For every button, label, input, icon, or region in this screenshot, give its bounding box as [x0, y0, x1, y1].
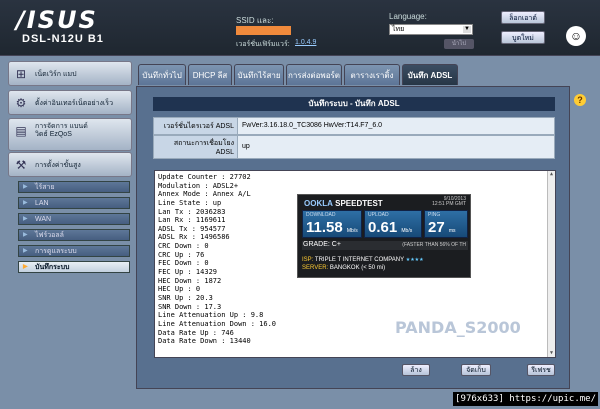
firmware-version-link[interactable]: 1.0.4.9 [295, 39, 316, 46]
model-name: DSL-N12U B1 [22, 33, 104, 45]
ping-label: PING [428, 212, 441, 218]
grade-bar: GRADE: C+ (FASTER THAN 56% OF TH [302, 241, 468, 250]
status-value: up [242, 143, 250, 150]
table-row: สถานะการเชื่อมโยง ADSL up [153, 135, 555, 159]
log-line: SNR Up : 20.3 [158, 293, 213, 302]
fw-label: เวอร์ชั่นไดรเวอร์ ADSL [154, 118, 238, 134]
sidebar-item-network-map[interactable]: ⊞ เน็ตเวิร์ก แมป [8, 61, 132, 86]
faster-than-text: (FASTER THAN 56% OF TH [402, 242, 466, 248]
server-label: SERVER: [302, 265, 329, 271]
sidebar-item-administration[interactable]: การดูแลระบบ [18, 245, 130, 257]
isp-value: TRIPLE T INTERNET COMPANY [314, 257, 405, 263]
save-button[interactable]: จัดเก็บ [461, 364, 491, 376]
ping-unit: ms [448, 228, 456, 234]
ping-value: 27 [428, 219, 445, 236]
firmware-label: เวอร์ชั่นเฟิร์มแวร์: [236, 41, 290, 48]
download-value: 11.58 [306, 219, 343, 236]
isp-label: ISP: [302, 257, 314, 263]
log-line: Data Rate Down : 13440 [158, 337, 251, 346]
refresh-button[interactable]: รีเฟรช [527, 364, 555, 376]
language-select[interactable]: ไทย ▼ [389, 24, 473, 35]
header-bar: /ISUS DSL-N12U B1 SSID และ: เวอร์ชั่นเฟิ… [0, 0, 600, 56]
sidebar-item-system-log[interactable]: บันทึกระบบ [18, 261, 130, 273]
sidebar-item-lan[interactable]: LAN [18, 197, 130, 209]
advanced-settings-icon: ⚒ [15, 158, 27, 172]
upload-box: UPLOAD 0.61 Mb/s [364, 210, 422, 238]
speedtest-result-image: OOKLA SPEEDTEST 9/10/2013 12:51 PM GMT D… [297, 194, 471, 278]
scroll-down-icon[interactable]: ▼ [548, 350, 555, 357]
sidebar-item-label: ตั้งค่าอินเทอร์เน็ตอย่างเร็ว [35, 100, 113, 107]
sidebar-item-wan[interactable]: WAN [18, 213, 130, 225]
sidebar: ⊞ เน็ตเวิร์ก แมป ⚙ ตั้งค่าอินเทอร์เน็ตอย… [8, 58, 132, 388]
isp-stars: ★★★★ [405, 257, 424, 263]
asus-logo: /ISUS [16, 6, 98, 34]
tab-dhcp-leases[interactable]: DHCP ลีส [188, 64, 232, 85]
upload-unit: Mb/s [401, 228, 413, 234]
sidebar-item-ezqos[interactable]: ▤ การจัดการ แบนด์วิดธ์ EzQoS [8, 118, 132, 151]
page-title: บันทึกระบบ - บันทึก ADSL [153, 97, 555, 111]
clear-button[interactable]: ล้าง [402, 364, 430, 376]
sidebar-item-label: เน็ตเวิร์ก แมป [35, 71, 77, 78]
ssid-value-redacted [236, 26, 291, 35]
download-box: DOWNLOAD 11.58 Mb/s [302, 210, 362, 238]
tab-wireless-log[interactable]: บันทึกไร้สาย [234, 64, 284, 85]
network-map-icon: ⊞ [15, 67, 27, 81]
sidebar-item-wireless[interactable]: ไร้สาย [18, 181, 130, 193]
status-label: สถานะการเชื่อมโยง ADSL [154, 136, 238, 158]
sidebar-item-advanced-settings[interactable]: ⚒ การตั้งค่าขั้นสูง [8, 152, 132, 177]
speedtest-time: 12:51 PM GMT [432, 201, 466, 207]
tab-general-log[interactable]: บันทึกทั่วไป [138, 64, 186, 85]
sidebar-item-label: การจัดการ แบนด์วิดธ์ EzQoS [35, 123, 88, 138]
scrollbar[interactable]: ▲ ▼ [547, 171, 555, 357]
sidebar-item-firewall[interactable]: ไฟร์วอลล์ [18, 229, 130, 241]
upload-value: 0.61 [368, 219, 398, 236]
log-line: HEC Up : 0 [158, 285, 201, 294]
face-icon: ☺ [566, 26, 586, 46]
sidebar-item-label: การตั้งค่าขั้นสูง [35, 162, 81, 169]
log-line: Update Counter : 27702 [158, 173, 251, 181]
image-host-credit: [976x633] https://upic.me/ [453, 392, 598, 406]
help-icon[interactable]: ? [574, 94, 586, 106]
tab-routing-table[interactable]: ตารางเราติ้ง [344, 64, 400, 85]
tab-adsl-log[interactable]: บันทึก ADSL [402, 64, 458, 85]
qos-icon: ▤ [15, 124, 27, 138]
speedtest-datetime: 9/10/2013 12:51 PM GMT [432, 197, 466, 207]
reboot-button[interactable]: บูตใหม่ [501, 31, 545, 44]
speedtest-logo: OOKLA SPEEDTEST [304, 199, 383, 208]
scroll-up-icon[interactable]: ▲ [548, 171, 555, 178]
language-value: ไทย [392, 26, 405, 33]
ping-box: PING 27 ms [424, 210, 468, 238]
table-row: เวอร์ชั่นไดรเวอร์ ADSL FwVer:3.16.18.0_T… [153, 117, 555, 135]
apply-language-button[interactable]: นำไป [444, 39, 474, 49]
speedtest-product: SPEEDTEST [335, 199, 383, 208]
logout-button[interactable]: ล็อกเอาต์ [501, 11, 545, 24]
tab-port-forwarding[interactable]: การส่งต่อพอร์ต [286, 64, 342, 85]
fw-value: FwVer:3.16.18.0_TC3086 HwVer:T14.F7_6.0 [242, 122, 383, 129]
speedtest-info: ISP: TRIPLE T INTERNET COMPANY ★★★★ SERV… [302, 256, 424, 272]
ookla-logo: OOKLA [304, 199, 333, 208]
log-line: Modulation : ADSL2+ [158, 181, 239, 190]
log-line: SNR Down : 17.3 [158, 302, 222, 311]
sidebar-item-quick-setup[interactable]: ⚙ ตั้งค่าอินเทอร์เน็ตอย่างเร็ว [8, 90, 132, 115]
quick-setup-icon: ⚙ [15, 96, 27, 110]
server-value: BANGKOK (< 50 mi) [329, 265, 386, 271]
watermark-text: PANDA_S2000 [395, 318, 521, 337]
download-label: DOWNLOAD [306, 212, 336, 218]
chevron-down-icon[interactable]: ▼ [463, 26, 471, 33]
download-unit: Mb/s [346, 228, 358, 234]
tab-bar: บันทึกทั่วไป DHCP ลีส บันทึกไร้สาย การส่… [138, 64, 458, 86]
grade-text: GRADE: C+ [303, 241, 341, 248]
language-label: Language: [389, 12, 427, 21]
upload-label: UPLOAD [368, 212, 389, 218]
